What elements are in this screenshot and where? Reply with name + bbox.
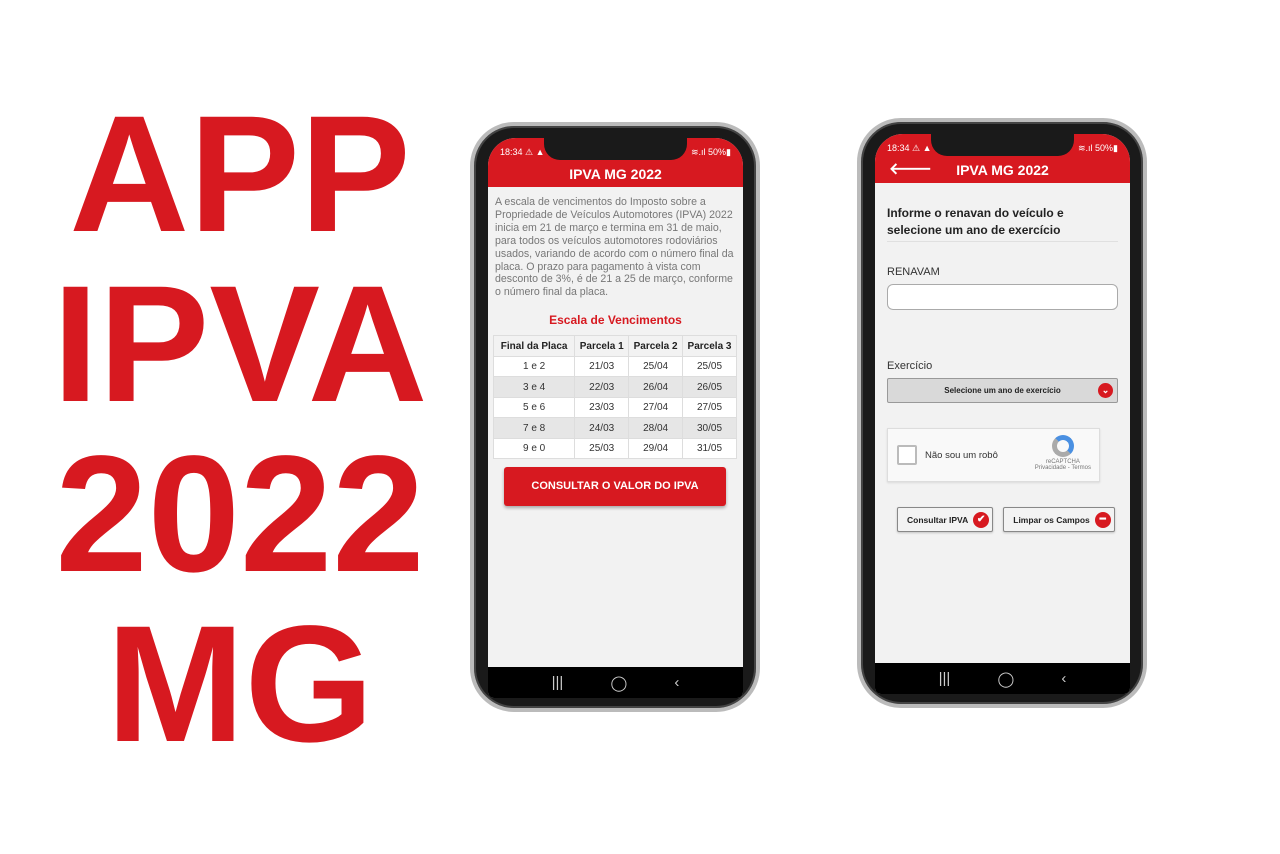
table-row: 1 e 2 21/03 25/04 25/05 [492,355,737,378]
table-row: 9 e 0 25/03 29/04 31/05 [492,437,737,460]
cell: 31/05 [682,437,737,460]
captcha-checkbox[interactable] [897,445,917,465]
button-label: Consultar IPVA [907,514,969,525]
renavam-label: RENAVAM [887,266,940,278]
table-row: 5 e 6 23/03 27/04 27/05 [492,396,737,419]
intro-text: A escala de vencimentos do Imposto sobre… [495,196,734,299]
form-title: Informe o renavan do veículo e selecione… [887,205,1118,242]
cell: 28/04 [628,417,684,439]
col-header: Parcela 1 [574,335,630,357]
app-header: 🡐 IPVA MG 2022 [875,158,1130,183]
cell: 25/03 [574,437,630,460]
chevron-down-icon: ⌄ [1098,383,1113,398]
recaptcha-widget: Não sou um robô reCAPTCHA Privacidade - T… [887,428,1100,482]
android-nav-bar: ||| ◯ ‹ [875,663,1130,694]
cell: 5 e 6 [492,396,576,419]
cell: 30/05 [682,417,737,439]
consultar-ipva-button[interactable]: Consultar IPVA ✔ [897,507,994,532]
exercicio-label: Exercício [887,360,933,372]
select-value: Selecione um ano de exercício [944,386,1061,395]
consult-value-button[interactable]: CONSULTAR O VALOR DO IPVA [504,467,726,507]
android-nav-bar: ||| ◯ ‹ [488,667,743,698]
cell: 22/03 [574,376,630,398]
schedule-table: Final da Placa Parcela 1 Parcela 2 Parcela … [492,335,737,460]
cell: 25/04 [628,355,684,378]
status-icons: ≋.ıl 50%▮ [690,146,731,157]
table-row: 7 e 8 24/03 28/04 30/05 [492,417,737,439]
camera-notch [544,138,687,160]
cell: 23/03 [574,396,630,419]
title-state: MG [106,592,374,777]
cell: 21/03 [574,355,630,378]
cell: 1 e 2 [492,355,576,378]
app-header: IPVA MG 2022 [488,162,743,187]
status-time: 18:34 ⚠ ▲ [887,142,932,153]
cell: 24/03 [574,417,630,439]
cell: 27/04 [628,396,684,419]
back-nav-icon[interactable]: ‹ [1061,670,1066,687]
check-icon: ✔ [973,511,990,528]
col-header: Final da Placa [492,335,576,357]
table-row: 3 e 4 22/03 26/04 26/05 [492,376,737,398]
limpar-campos-button[interactable]: Limpar os Campos ━ [1003,507,1115,532]
recent-apps-icon[interactable]: ||| [939,670,951,687]
recent-apps-icon[interactable]: ||| [552,674,564,691]
schedule-title: Escala de Vencimentos [549,313,682,328]
cell: 9 e 0 [492,437,576,460]
title-ipva: IPVA [52,252,428,437]
title-app: APP [69,82,411,267]
col-header: Parcela 2 [628,335,684,357]
phone-2: 18:34 ⚠ ▲ ≋.ıl 50%▮ 🡐 IPVA MG 2022 Informe… [857,118,1147,708]
cell: 29/04 [628,437,684,460]
cell: 27/05 [682,396,737,419]
cell: 7 e 8 [492,417,576,439]
status-icons: ≋.ıl 50%▮ [1077,142,1118,153]
button-label: Limpar os Campos [1013,514,1090,525]
cell: 26/04 [628,376,684,398]
cell: 26/05 [682,376,737,398]
header-title: IPVA MG 2022 [956,162,1049,178]
cell: 3 e 4 [492,376,576,398]
exercicio-select[interactable]: Selecione um ano de exercício ⌄ [887,378,1118,403]
back-nav-icon[interactable]: ‹ [674,674,679,691]
screen-form: 18:34 ⚠ ▲ ≋.ıl 50%▮ 🡐 IPVA MG 2022 Informe… [875,134,1130,694]
cell: 25/05 [682,355,737,378]
status-time: 18:34 ⚠ ▲ [500,146,545,157]
captcha-label: Não sou um robô [925,450,998,461]
camera-notch [931,134,1074,156]
renavam-input[interactable] [887,284,1118,310]
phone-1: 18:34 ⚠ ▲ ≋.ıl 50%▮ IPVA MG 2022 A escala… [470,122,760,712]
captcha-links[interactable]: Privacidade - Termos [1035,465,1091,471]
recaptcha-logo-icon [1051,435,1074,457]
back-arrow-icon[interactable]: 🡐 [889,158,932,182]
minus-circle-icon: ━ [1094,511,1111,528]
col-header: Parcela 3 [682,335,737,357]
screen-schedule: 18:34 ⚠ ▲ ≋.ıl 50%▮ IPVA MG 2022 A escala… [488,138,743,698]
home-icon[interactable]: ◯ [997,670,1014,688]
home-icon[interactable]: ◯ [610,674,627,692]
title-year: 2022 [55,422,425,607]
